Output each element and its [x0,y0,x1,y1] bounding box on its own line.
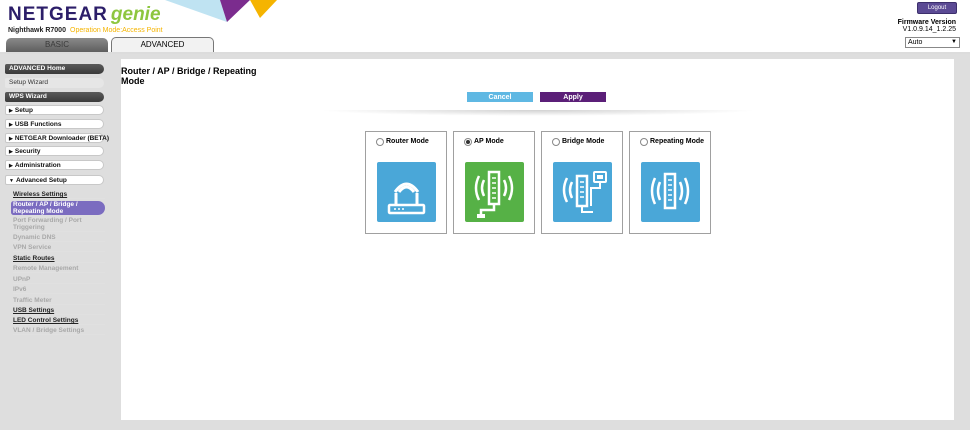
dropdown-arrow-icon: ▼ [951,39,957,45]
expand-arrow-icon: ▶ [9,122,13,128]
ap-mode-radio[interactable] [464,138,472,146]
mode-label: Bridge Mode [562,138,605,145]
decorative-banner [165,0,285,26]
sidebar-advanced-home[interactable]: ADVANCED Home [5,64,104,74]
mode-label: Router Mode [386,138,429,145]
router-icon [377,162,436,222]
model-name: Nighthawk R7000 [8,27,66,34]
mode-card-bridge[interactable]: Bridge Mode [541,131,623,234]
sidebar-setup-wizard[interactable]: Setup Wizard [5,78,104,88]
sidebar-wps-wizard[interactable]: WPS Wizard [5,92,104,102]
apply-button[interactable]: Apply [540,92,606,102]
sidebar-item-router-ap-bridge-repeating[interactable]: Router / AP / Bridge / Repeating Mode [11,201,105,215]
repeater-icon [641,162,700,222]
router-mode-radio[interactable] [376,138,384,146]
mode-card-ap[interactable]: AP Mode [453,131,535,234]
operation-mode: Operation Mode:Access Point [70,27,163,34]
expand-arrow-icon: ▶ [9,149,13,155]
firmware-version: V1.0.9.14_1.2.25 [902,26,956,33]
collapse-arrow-icon: ▼ [9,178,14,184]
sidebar-section-setup[interactable]: ▶ Setup [5,105,104,115]
bridge-mode-radio[interactable] [552,138,560,146]
firmware-label: Firmware Version [897,19,956,26]
sidebar-item-upnp[interactable]: UPnP [13,276,105,284]
sidebar-item-dynamic-dns[interactable]: Dynamic DNS [13,234,105,242]
page-title: Router / AP / Bridge / Repeating Mode [121,66,257,86]
sidebar-item-vpn-service[interactable]: VPN Service [13,244,105,252]
sidebar-section-usb-functions[interactable]: ▶ USB Functions [5,119,104,129]
netgear-logo: NETGEAR genie [8,4,161,26]
section-label: Administration [14,162,61,169]
mode-label: AP Mode [474,138,504,145]
sidebar-item-static-routes[interactable]: Static Routes [13,255,105,263]
separator [318,110,758,116]
mode-label: Repeating Mode [650,138,705,145]
sidebar-section-security[interactable]: ▶ Security [5,146,104,156]
cancel-button[interactable]: Cancel [467,92,533,102]
sidebar-item-wireless-settings[interactable]: Wireless Settings [13,191,105,199]
logout-button[interactable]: Logout [917,2,957,14]
sidebar-item-remote-management[interactable]: Remote Management [13,265,105,273]
language-value: Auto [908,39,923,46]
expand-arrow-icon: ▶ [9,163,13,169]
section-label: NETGEAR Downloader (BETA) [14,135,109,142]
mode-card-repeating[interactable]: Repeating Mode [629,131,711,234]
tab-basic[interactable]: BASIC [6,38,108,52]
sidebar-item-port-forwarding[interactable]: Port Forwarding / Port Triggering [13,217,105,232]
access-point-icon [465,162,524,222]
section-label: USB Functions [14,121,62,128]
repeating-mode-radio[interactable] [640,138,648,146]
sidebar-item-usb-settings[interactable]: USB Settings [13,307,105,315]
section-label: Advanced Setup [15,177,67,184]
sidebar-section-administration[interactable]: ▶ Administration [5,160,104,170]
section-label: Security [14,148,41,155]
section-label: Setup [14,107,33,114]
expand-arrow-icon: ▶ [9,108,13,114]
sidebar-item-vlan-bridge[interactable]: VLAN / Bridge Settings [13,327,105,335]
sidebar-item-ipv6[interactable]: IPv6 [13,286,105,294]
sidebar-section-advanced-setup[interactable]: ▼ Advanced Setup [5,175,104,185]
sidebar-section-netgear-downloader[interactable]: ▶ NETGEAR Downloader (BETA) [5,133,109,143]
language-select[interactable]: Auto ▼ [905,37,960,48]
sidebar-item-led-control[interactable]: LED Control Settings [13,317,105,325]
brand-text: NETGEAR [8,4,108,25]
bridge-icon [553,162,612,222]
mode-card-router[interactable]: Router Mode [365,131,447,234]
genie-text: genie [110,4,161,25]
expand-arrow-icon: ▶ [9,136,13,142]
sidebar-item-traffic-meter[interactable]: Traffic Meter [13,297,105,305]
